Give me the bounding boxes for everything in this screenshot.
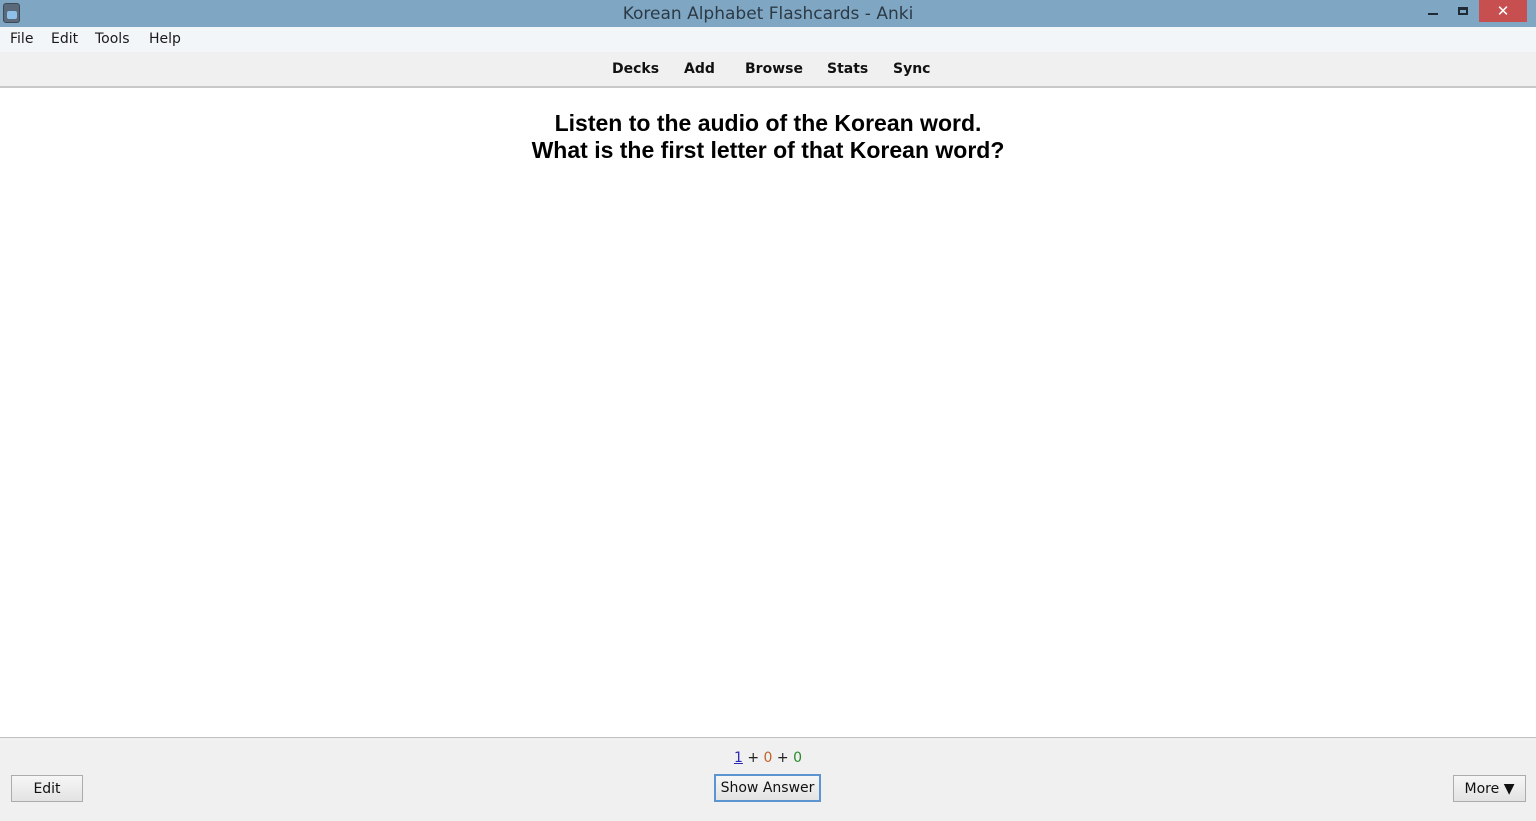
question-line-1: Listen to the audio of the Korean word. — [554, 110, 982, 136]
menu-edit[interactable]: Edit — [51, 31, 78, 47]
title-bar: Korean Alphabet Flashcards - Anki ✕ — [0, 0, 1536, 27]
show-answer-button[interactable]: Show Answer — [714, 774, 821, 802]
menu-tools[interactable]: Tools — [95, 31, 130, 47]
close-icon: ✕ — [1496, 2, 1510, 20]
review-count: 0 — [793, 750, 803, 766]
menu-help[interactable]: Help — [149, 31, 181, 47]
toolbar-browse[interactable]: Browse — [745, 61, 803, 77]
more-button[interactable]: More ▼ — [1453, 775, 1526, 802]
window-title: Korean Alphabet Flashcards - Anki — [622, 4, 914, 24]
review-bottom-bar: 1 + 0 + 0 Edit Show Answer More ▼ — [0, 737, 1536, 821]
edit-button[interactable]: Edit — [11, 775, 83, 802]
menu-bar: File Edit Tools Help — [0, 27, 1536, 52]
due-counts: 1 + 0 + 0 — [0, 750, 1536, 766]
toolbar-add[interactable]: Add — [684, 61, 715, 77]
minimize-icon — [1428, 13, 1438, 15]
close-button[interactable]: ✕ — [1479, 0, 1527, 22]
toolbar-stats[interactable]: Stats — [827, 61, 868, 77]
card-view: Listen to the audio of the Korean word. … — [0, 88, 1536, 738]
count-separator: + — [772, 750, 794, 766]
card-question: Listen to the audio of the Korean word. … — [0, 110, 1536, 164]
toolbar-decks[interactable]: Decks — [612, 61, 659, 77]
count-separator: + — [742, 750, 764, 766]
question-line-2: What is the first letter of that Korean … — [531, 137, 1005, 163]
new-count: 1 — [733, 750, 743, 766]
toolbar-sync[interactable]: Sync — [893, 61, 930, 77]
minimize-button[interactable] — [1416, 0, 1450, 22]
restore-button[interactable] — [1446, 0, 1480, 22]
main-toolbar: Decks Add Browse Stats Sync — [0, 52, 1536, 88]
menu-file[interactable]: File — [10, 31, 33, 47]
restore-icon — [1458, 7, 1468, 15]
